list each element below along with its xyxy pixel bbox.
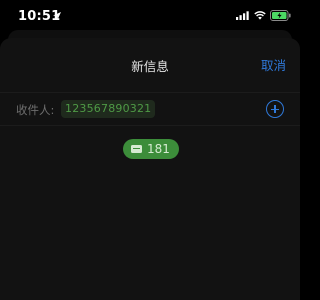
page-title: 新信息 (131, 59, 169, 74)
recipient-row[interactable]: 收件人: 123567890321 (0, 92, 300, 126)
signal-bars-icon (236, 11, 249, 20)
recipient-chip[interactable]: 123567890321 (61, 100, 156, 118)
cancel-button[interactable]: 取消 (261, 55, 286, 74)
recipient-label: 收件人: (16, 103, 55, 117)
status-bar: 10:51 (0, 0, 300, 34)
message-text: 181 (147, 142, 170, 156)
new-message-sheet (0, 38, 300, 300)
sms-icon (131, 145, 142, 153)
location-arrow-icon (53, 12, 61, 20)
battery-charging-icon (270, 10, 291, 21)
message-bubble[interactable]: 181 (123, 139, 179, 159)
plus-circle-icon[interactable] (266, 100, 284, 118)
wifi-icon (254, 11, 266, 20)
phone-screen: 10:51 新信息 取消 收件人: 123567890321 181 (0, 0, 300, 300)
